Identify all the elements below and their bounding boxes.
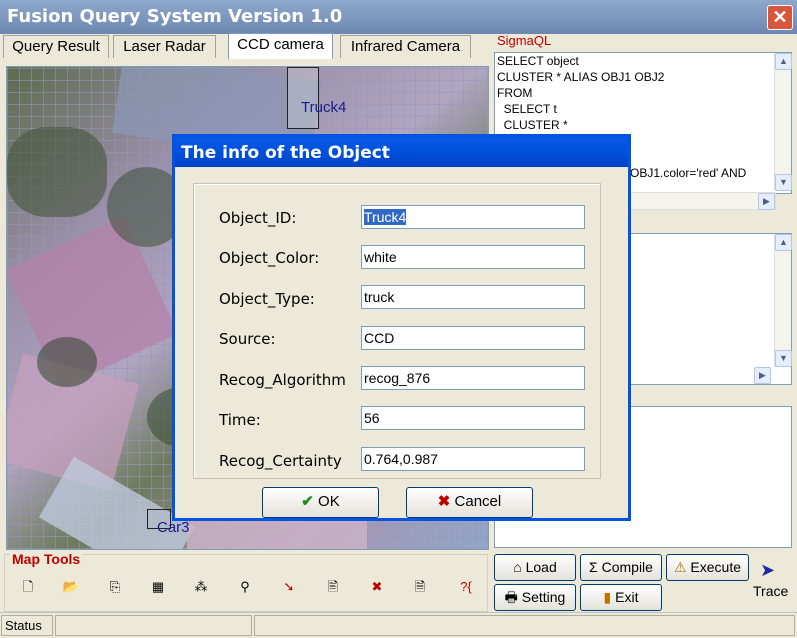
load-button[interactable]: ⌂ Load — [494, 554, 576, 581]
source-field[interactable]: CCD — [361, 326, 585, 350]
dialog-title: The info of the Object — [181, 143, 390, 163]
cancel-button[interactable]: ✖ Cancel — [406, 487, 533, 518]
ok-button[interactable]: ✔ OK — [262, 487, 379, 518]
object-id-label: Object_ID: — [219, 209, 297, 227]
grid-select-icon[interactable]: ⁂ — [191, 578, 211, 596]
source-label: Source: — [219, 330, 276, 348]
tab-ccd-camera[interactable]: CCD camera — [228, 33, 333, 59]
recog-algorithm-label: Recog_Algorithm — [219, 371, 346, 389]
status-bar: Status — [0, 612, 797, 638]
scroll-right-icon[interactable]: ▶ — [754, 367, 771, 384]
sql-line: FROM — [497, 86, 533, 100]
exit-label: Exit — [615, 589, 639, 605]
printer-icon: 🖶 — [504, 589, 522, 605]
status-label: Status — [1, 615, 53, 636]
setting-button[interactable]: 🖶 Setting — [494, 584, 576, 611]
status-cell-2 — [55, 615, 252, 636]
close-button[interactable]: ✕ — [767, 5, 793, 30]
document-edit-icon[interactable]: 🖹 — [323, 578, 343, 596]
recog-certainty-field[interactable]: 0.764,0.987 — [361, 447, 585, 471]
cross-icon: ✖ — [437, 493, 455, 510]
truck-marker-box[interactable] — [287, 67, 319, 129]
delete-icon[interactable]: ✖ — [367, 578, 387, 596]
recog-certainty-label: Recog_Certainty — [219, 452, 342, 470]
load-icon: ⌂ — [513, 559, 526, 575]
execute-label: Execute — [690, 559, 742, 575]
exit-button[interactable]: ▮ Exit — [580, 584, 662, 611]
trace-label[interactable]: Trace — [753, 583, 788, 599]
object-type-field[interactable]: truck — [361, 285, 585, 309]
status-cell-3 — [254, 615, 795, 636]
page-icon[interactable]: 🗎 — [410, 578, 430, 596]
sql-line: CLUSTER * — [497, 118, 568, 132]
query-icon[interactable]: ?{ — [453, 578, 479, 596]
sigmaql-scrollbar[interactable]: ▲ ▼ — [774, 53, 792, 191]
sql-line: SELECT object — [497, 54, 579, 68]
compile-button[interactable]: Σ Compile — [580, 554, 662, 581]
trace-arrow-icon[interactable]: ➤ — [760, 560, 775, 581]
object-id-field[interactable]: Truck4 — [361, 205, 585, 229]
pointer-icon[interactable]: ➘ — [279, 578, 299, 596]
import-icon[interactable]: ⎘ — [105, 578, 125, 596]
tab-query-result[interactable]: Query Result — [3, 35, 109, 58]
sigma-icon: Σ — [589, 559, 602, 575]
execute-button[interactable]: ⚠ Execute — [666, 554, 749, 581]
scroll-down-icon[interactable]: ▼ — [775, 350, 792, 367]
recog-algorithm-field[interactable]: recog_876 — [361, 366, 585, 390]
object-type-label: Object_Type: — [219, 290, 315, 308]
tab-infrared-camera[interactable]: Infrared Camera — [340, 35, 471, 58]
scroll-right-icon[interactable]: ▶ — [758, 193, 775, 210]
car-label: Car3 — [157, 519, 190, 536]
truck-label: Truck4 — [301, 99, 347, 116]
new-file-icon[interactable]: 🗋 — [18, 578, 38, 596]
scroll-down-icon[interactable]: ▼ — [775, 174, 792, 191]
exit-door-icon: ▮ — [603, 589, 616, 605]
sql-line: OBJ1.color='red' AND — [630, 166, 747, 180]
compile-label: Compile — [601, 559, 653, 575]
table-icon[interactable]: ▦ — [148, 578, 168, 596]
scroll-up-icon[interactable]: ▲ — [775, 53, 792, 70]
object-color-field[interactable]: white — [361, 245, 585, 269]
map-tools-label: Map Tools — [10, 551, 83, 567]
load-label: Load — [525, 559, 557, 575]
window-title: Fusion Query System Version 1.0 — [7, 6, 343, 27]
setting-label: Setting — [521, 589, 566, 605]
object-id-value: Truck4 — [364, 209, 407, 225]
cancel-label: Cancel — [454, 493, 502, 510]
object-info-dialog: The info of the Object Object_ID: Truck4… — [172, 134, 631, 521]
sql-line: SELECT t — [497, 102, 557, 116]
execute-icon: ⚠ — [673, 559, 691, 575]
object-color-label: Object_Color: — [219, 249, 320, 267]
sigmaql-label: SigmaQL — [497, 33, 552, 48]
open-folder-icon[interactable]: 📂 — [61, 578, 81, 596]
time-label: Time: — [219, 411, 261, 429]
ok-label: OK — [318, 493, 340, 510]
checkmark-icon: ✔ — [301, 493, 319, 510]
tree-icon[interactable]: ⚲ — [235, 578, 255, 596]
sql-line: CLUSTER * ALIAS OBJ1 OBJ2 — [497, 70, 665, 84]
scroll-up-icon[interactable]: ▲ — [775, 234, 792, 251]
time-field[interactable]: 56 — [361, 406, 585, 430]
results-scrollbar[interactable]: ▲ ▼ — [774, 234, 792, 367]
tab-laser-radar[interactable]: Laser Radar — [113, 35, 216, 58]
